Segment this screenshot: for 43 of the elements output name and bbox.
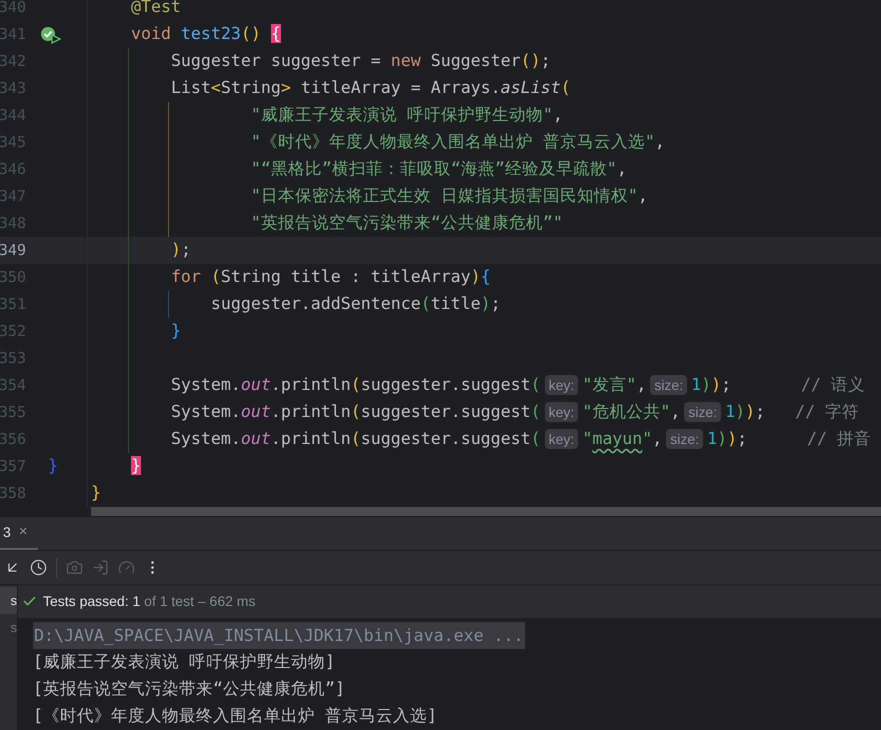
code-text: suggester.addSentence(title); (210, 293, 501, 316)
tests-detail: of 1 test – 662 ms (144, 593, 256, 609)
inlay-hint: size: (666, 429, 704, 450)
console-output: [威廉王子发表演说 呼吁保护野生动物] (33, 651, 335, 674)
line-number: 349 (0, 240, 26, 262)
code-text: @Test (130, 0, 181, 18)
inlay-hint: size: (650, 375, 688, 396)
inlay-hint: key: (544, 375, 578, 396)
code-text: "英报告说空气污染带来“公共健康危机”" (250, 212, 563, 234)
horizontal-scrollbar[interactable] (91, 507, 881, 516)
code-text: "威廉王子发表演说 呼吁保护野生动物", (250, 104, 563, 126)
code-text: System.out.println(suggester.suggest( (170, 401, 541, 424)
code-text: 1)); // 字符 (725, 401, 860, 424)
code-text: "《时代》年度人物最终入围名单出炉 普京马云入选", (250, 131, 665, 154)
inlay-hint: size: (684, 402, 722, 422)
code-text: List<String> titleArray = Arrays.asList( (170, 77, 571, 100)
code-text: void test23() { (130, 23, 281, 46)
code-text: Suggester suggester = new Suggester(); (170, 50, 551, 72)
code-text: } (91, 482, 101, 504)
code-text: System.out.println(suggester.suggest( (170, 374, 541, 396)
code-text: "危机公共", (582, 401, 680, 424)
inlay-hint: key: (544, 429, 578, 450)
gutter-brace: } (47, 455, 58, 478)
code-text: for (String title : titleArray){ (170, 266, 491, 288)
inlay-hint: key: (544, 402, 578, 422)
code-text: 1)); // 拼音 (707, 428, 871, 450)
code-text: "“黑格比”横扫菲：菲吸取“海燕”经验及早疏散", (250, 158, 627, 180)
code-text: ); (170, 239, 191, 262)
console-output: [《时代》年度人物最终入围名单出炉 普京马云入选] (33, 705, 437, 728)
code-text: } (130, 455, 141, 478)
tests-passed-label: Tests passed: 1 (43, 593, 140, 609)
clock-icon[interactable] (30, 559, 47, 576)
code-text: } (170, 320, 181, 342)
tree-item[interactable]: s (0, 587, 17, 614)
console-output: [英报告说空气污染带来“公共健康危机”] (33, 678, 345, 700)
code-text: "发言", (582, 374, 646, 396)
console-command: D:\JAVA_SPACE\JAVA_INSTALL\JDK17\bin\java.exe ... (33, 622, 525, 649)
code-text: "日本保密法将正式生效 日媒指其损害国民知情权", (250, 185, 648, 208)
code-text: "mayun", (582, 428, 662, 450)
close-icon[interactable]: × (18, 521, 28, 544)
code-text: 1)); // 语义 (691, 374, 866, 396)
test-passed-run-icon[interactable] (40, 26, 62, 44)
code-text: System.out.println(suggester.suggest( (170, 428, 541, 450)
